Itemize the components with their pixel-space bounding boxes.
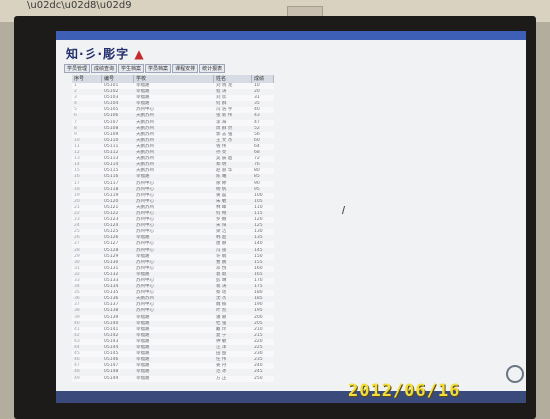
logo-text-right [150, 47, 176, 61]
monitor-screen: 知·彡·彫字 ▲ 学员管理 成绩查询 学生档案 学员档案 课程安排 统计报表 序… [56, 31, 526, 403]
tab-5[interactable]: 统计报表 [199, 64, 226, 73]
table-cell: 方 正 [216, 375, 227, 381]
table-cell: 幸福路 [136, 375, 150, 381]
window-titlebar [56, 31, 526, 40]
tab-0[interactable]: 学员管理 [64, 64, 91, 73]
tab-1[interactable]: 成绩查询 [91, 64, 118, 73]
wall-mark: \u02dc\u02d8\u02d9 [27, 0, 132, 11]
tab-2[interactable]: 学生档案 [118, 64, 145, 73]
column-header-score[interactable]: 成绩 [252, 75, 274, 83]
column-header-index[interactable]: 序号 [72, 75, 102, 83]
table-row[interactable]: 49 05149 幸福路 方 正 250 [72, 375, 274, 382]
table-header: 序号 编号 学校 姓名 成绩 [72, 75, 274, 83]
tab-3[interactable]: 学员档案 [145, 64, 172, 73]
table-body: 1 05101 幸福路刘 晓 龙 10 2 05102 幸福路程 涛 20 3 05103 幸福路刘… [72, 83, 274, 382]
column-header-school[interactable]: 学校 [134, 75, 214, 83]
column-header-name[interactable]: 姓名 [214, 75, 252, 83]
logo-flame-icon: ▲ [134, 47, 145, 61]
photo-date-stamp: 2012/06/16 [348, 381, 461, 401]
logo-text-left: 知·彡·彫字 [66, 47, 130, 61]
tab-4[interactable]: 课程安排 [172, 64, 199, 73]
column-header-id[interactable]: 编号 [102, 75, 134, 83]
mouse-cursor-icon [341, 206, 351, 214]
table-cell: 05149 [104, 375, 119, 381]
table-cell: 49 [74, 375, 80, 381]
power-knob-icon [506, 365, 524, 383]
tab-bar: 学员管理 成绩查询 学生档案 学员档案 课程安排 统计报表 [64, 64, 226, 73]
table-cell: 250 [254, 375, 263, 381]
app-logo: 知·彡·彫字 ▲ [66, 45, 176, 62]
